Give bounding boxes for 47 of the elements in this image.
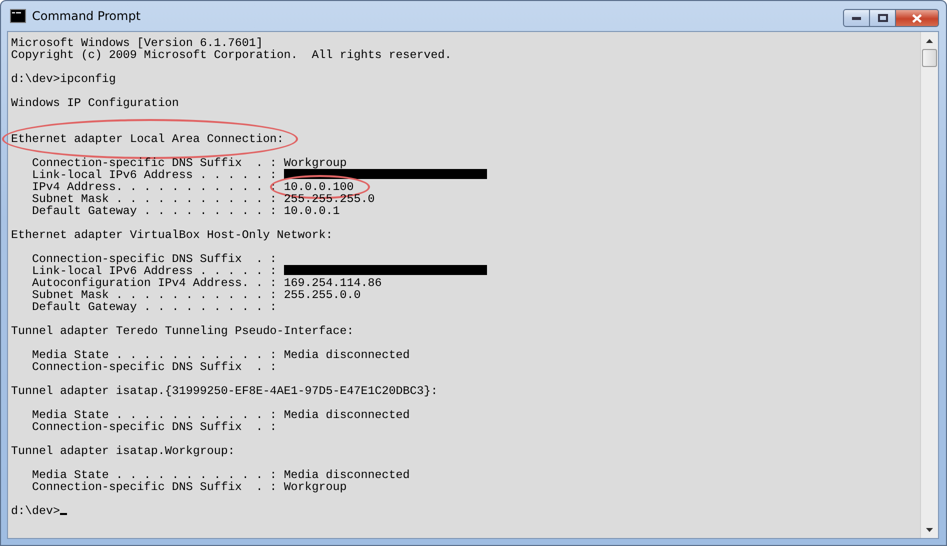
- minimize-button[interactable]: [843, 9, 870, 27]
- field-label: Media State . . . . . . . . . . . :: [30, 349, 278, 361]
- field-value: 10.0.0.1: [284, 205, 340, 217]
- field-label: Connection-specific DNS Suffix . :: [30, 361, 278, 373]
- field-value: Media disconnected: [284, 469, 410, 481]
- maximize-button[interactable]: [869, 9, 896, 27]
- field-label: Connection-specific DNS Suffix . :: [30, 253, 278, 265]
- console-line: Windows IP Configuration: [11, 97, 179, 109]
- console-icon: [10, 9, 26, 23]
- field-label: Media State . . . . . . . . . . . :: [30, 469, 278, 481]
- console-line: d:\dev>ipconfig: [11, 73, 116, 85]
- console-line: Ethernet adapter Local Area Connection:: [11, 133, 284, 145]
- scroll-up-icon[interactable]: [926, 38, 933, 42]
- field-value: Media disconnected: [284, 409, 410, 421]
- field-label: Link-local IPv6 Address . . . . . :: [30, 265, 278, 277]
- scroll-down-icon[interactable]: [926, 528, 933, 532]
- minimize-icon: [852, 16, 861, 20]
- field-value: Media disconnected: [284, 349, 410, 361]
- command-prompt: d:\dev>: [11, 505, 60, 517]
- field-value: 255.255.255.0: [284, 193, 375, 205]
- field-label: Default Gateway . . . . . . . . . :: [30, 301, 278, 313]
- field-value: 169.254.114.86: [284, 277, 382, 289]
- field-value: Workgroup: [284, 481, 347, 493]
- console-line: Tunnel adapter Teredo Tunneling Pseudo-Interface:: [11, 325, 354, 337]
- close-icon: [912, 14, 922, 22]
- field-label: Connection-specific DNS Suffix . :: [30, 421, 278, 433]
- window-title: Command Prompt: [32, 9, 142, 23]
- console-line: Tunnel adapter isatap.{31999250-EF8E-4AE1-97D5-E47E1C20DBC3}:: [11, 385, 438, 397]
- field-label: Connection-specific DNS Suffix . :: [30, 157, 278, 169]
- field-label: Media State . . . . . . . . . . . :: [30, 409, 278, 421]
- console-line: Ethernet adapter VirtualBox Host-Only Network:: [11, 229, 333, 241]
- field-label: Subnet Mask . . . . . . . . . . . :: [30, 193, 278, 205]
- close-button[interactable]: [895, 9, 939, 27]
- scrollbar-thumb[interactable]: [922, 49, 937, 67]
- field-value: Workgroup: [284, 157, 347, 169]
- console-line: Tunnel adapter isatap.Workgroup:: [11, 445, 235, 457]
- field-label: Default Gateway . . . . . . . . . :: [30, 205, 278, 217]
- field-label: Subnet Mask . . . . . . . . . . . :: [30, 289, 278, 301]
- scrollbar[interactable]: [920, 32, 938, 538]
- field-label: Autoconfiguration IPv4 Address. . :: [30, 277, 278, 289]
- field-value: 10.0.0.100: [284, 181, 354, 193]
- maximize-icon: [878, 14, 888, 22]
- field-label: Connection-specific DNS Suffix . :: [30, 481, 278, 493]
- console-line: Microsoft Windows [Version 6.1.7601]: [11, 37, 263, 49]
- console-line: Copyright (c) 2009 Microsoft Corporation. All rights reserved.: [11, 49, 452, 61]
- field-label: Link-local IPv6 Address . . . . . :: [30, 169, 278, 181]
- field-value: 255.255.0.0: [284, 289, 361, 301]
